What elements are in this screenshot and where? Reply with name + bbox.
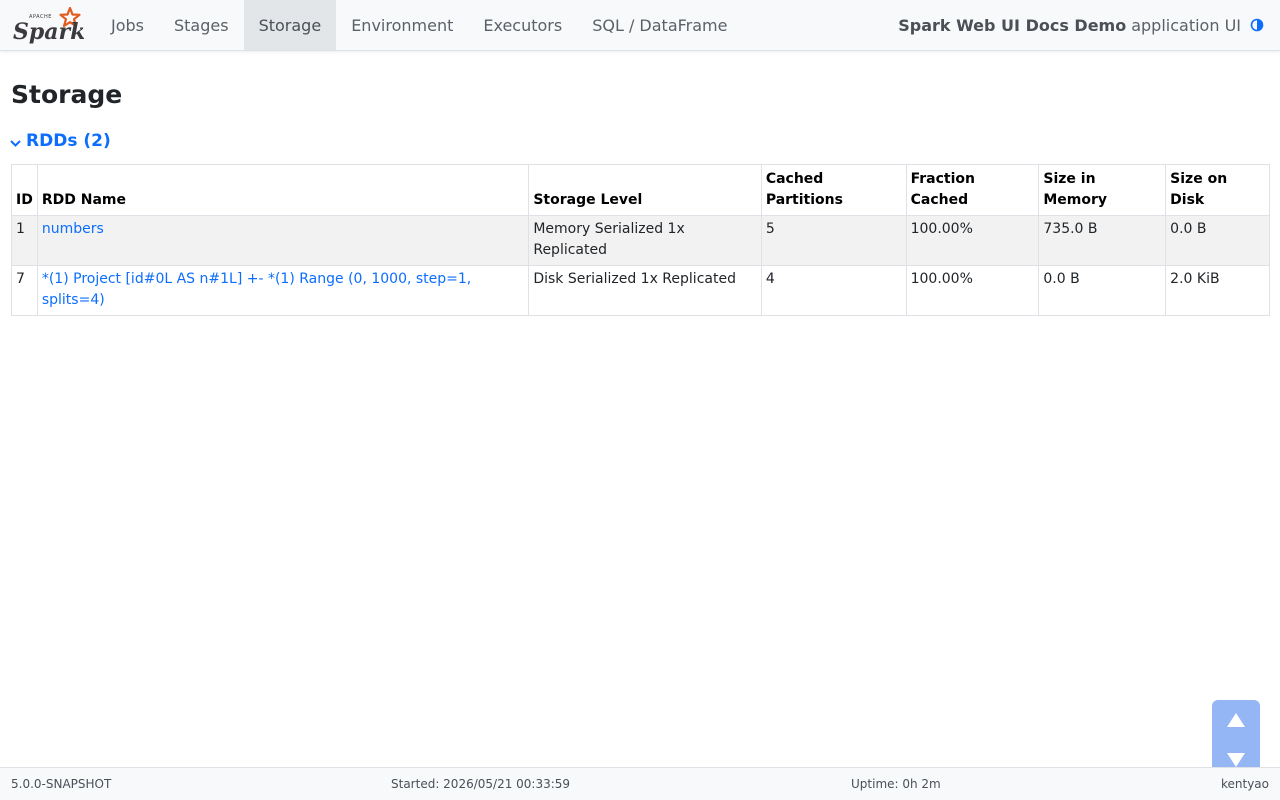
header-rdd-name[interactable]: RDD Name xyxy=(36,164,530,216)
tab-sql-dataframe[interactable]: SQL / DataFrame xyxy=(577,0,742,50)
rdd-table: ID RDD Name Storage Level Cached Partiti… xyxy=(11,164,1270,316)
footer-user: kentyao xyxy=(1220,777,1269,791)
footer-uptime: Uptime: 0h 2m xyxy=(851,777,941,791)
cell-rdd-name: numbers xyxy=(36,215,530,266)
logo-text: Spark xyxy=(13,19,84,44)
cell-cached-partitions: 4 xyxy=(760,265,907,316)
triangle-up-icon xyxy=(1227,713,1245,727)
cell-storage-level: Disk Serialized 1x Replicated xyxy=(528,265,762,316)
top-navbar: APACHE Spark Jobs Stages Storage Environ… xyxy=(0,0,1280,51)
page-title: Storage xyxy=(11,80,123,109)
rdd-name-link[interactable]: *(1) Project [id#0L AS n#1L] +- *(1) Ran… xyxy=(42,271,471,308)
cell-rdd-name: *(1) Project [id#0L AS n#1L] +- *(1) Ran… xyxy=(36,265,530,316)
cell-id: 1 xyxy=(11,215,38,266)
header-id[interactable]: ID xyxy=(11,164,38,216)
cell-storage-level: Memory Serialized 1x Replicated xyxy=(528,215,762,266)
footer: 5.0.0-SNAPSHOT Started: 2026/05/21 00:33… xyxy=(0,767,1280,800)
triangle-down-icon xyxy=(1227,753,1245,767)
cell-size-in-memory: 0.0 B xyxy=(1038,265,1167,316)
rdds-section-toggle[interactable]: RDDs (2) xyxy=(9,131,111,151)
scroll-up-button[interactable] xyxy=(1212,700,1260,740)
rdd-name-link[interactable]: numbers xyxy=(42,221,104,237)
table-row: 7 *(1) Project [id#0L AS n#1L] +- *(1) R… xyxy=(11,265,1270,316)
cell-fraction-cached: 100.00% xyxy=(905,265,1040,316)
header-fraction-cached[interactable]: Fraction Cached xyxy=(905,164,1040,216)
header-size-on-disk[interactable]: Size on Disk xyxy=(1165,164,1270,216)
cell-fraction-cached: 100.00% xyxy=(905,215,1040,266)
cell-size-on-disk: 2.0 KiB xyxy=(1165,265,1270,316)
tab-stages[interactable]: Stages xyxy=(159,0,244,50)
header-storage-level[interactable]: Storage Level xyxy=(528,164,762,216)
tab-executors[interactable]: Executors xyxy=(468,0,577,50)
app-suffix: application UI xyxy=(1131,15,1241,35)
cell-id: 7 xyxy=(11,265,38,316)
chevron-down-icon xyxy=(10,139,21,147)
footer-started: Started: 2026/05/21 00:33:59 xyxy=(391,777,571,791)
table-header-row: ID RDD Name Storage Level Cached Partiti… xyxy=(11,164,1270,216)
app-name: Spark Web UI Docs Demo xyxy=(898,15,1127,35)
footer-version: 5.0.0-SNAPSHOT xyxy=(11,777,112,791)
tab-environment[interactable]: Environment xyxy=(336,0,468,50)
nav-tabs: Jobs Stages Storage Environment Executor… xyxy=(96,0,742,50)
header-size-in-memory[interactable]: Size in Memory xyxy=(1038,164,1167,216)
half-circle-icon[interactable] xyxy=(1250,18,1264,32)
tab-storage[interactable]: Storage xyxy=(243,0,337,50)
cell-size-in-memory: 735.0 B xyxy=(1038,215,1167,266)
rdds-section-label: RDDs (2) xyxy=(26,131,111,151)
cell-size-on-disk: 0.0 B xyxy=(1165,215,1270,266)
header-cached-partitions[interactable]: Cached Partitions xyxy=(760,164,907,216)
tab-jobs[interactable]: Jobs xyxy=(96,0,159,50)
spark-logo[interactable]: APACHE Spark xyxy=(12,6,85,45)
cell-cached-partitions: 5 xyxy=(760,215,907,266)
table-row: 1 numbers Memory Serialized 1x Replicate… xyxy=(11,215,1270,266)
app-title: Spark Web UI Docs Demo application UI xyxy=(898,0,1264,50)
